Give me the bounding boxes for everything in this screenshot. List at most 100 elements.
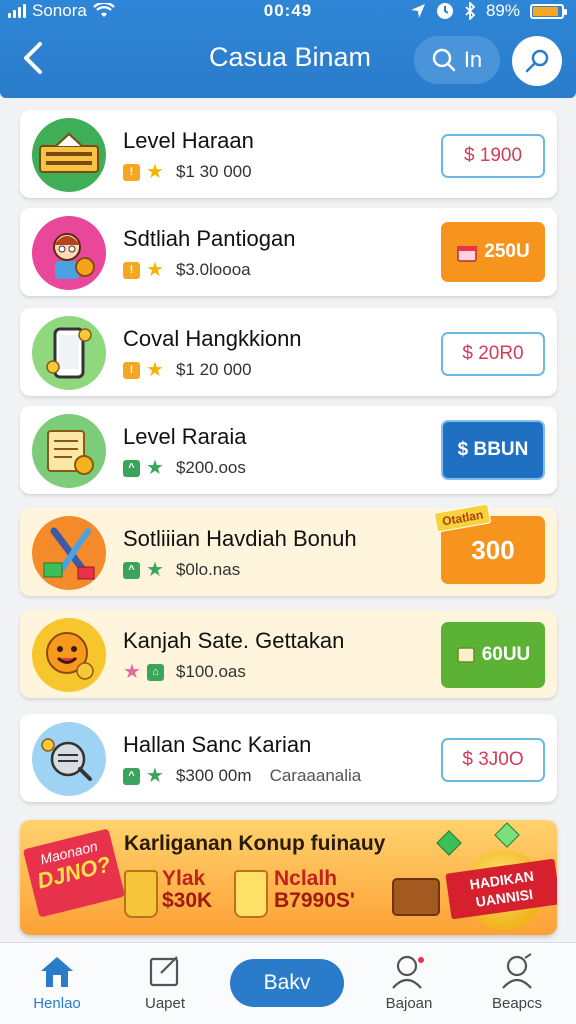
star-icon: ★ [146,358,164,381]
price-button[interactable]: $ BBUN [441,420,545,480]
nav-label: Beapcs [491,995,543,1012]
item-name: Kanjah Sate. Gettakan [123,628,345,653]
cup-icon [234,870,268,918]
level-tag-icon: ! [123,261,140,279]
price-button-badge: Otatlan [433,503,492,533]
bluetooth-icon [465,2,476,20]
profile-icon [502,953,532,989]
chevron-left-icon [24,42,42,74]
banner-title: Karliganan Konup fuinauy [124,832,386,855]
gift-banner-icon [32,118,106,192]
price-button[interactable]: $ 20R0 [441,332,545,376]
nav-label: Henlao [33,995,81,1012]
star-icon: ★ [146,558,164,581]
treasure-chest-icon [392,878,440,916]
status-bar: Sonora 00:49 89% [0,0,576,22]
search-label: In [463,47,483,72]
level-tag-icon: ^ [123,459,140,477]
wrench-gift-icon [32,516,106,590]
level-tag-icon: ^ [123,561,140,579]
search-icon [432,48,456,72]
search-button[interactable]: In [414,36,500,84]
gem-icon [494,822,520,848]
list-item[interactable]: Level Haraan ! ★ $1 30 000 $ 1900 [20,110,557,198]
nav-edit[interactable]: Uapet [110,951,220,1012]
page-title: Casua Binam [208,42,372,72]
edit-icon [149,956,179,987]
item-extra: Caraaanalia [269,766,362,785]
nav-center-button[interactable]: Bakv [230,959,344,1007]
level-tag-icon: ! [123,163,140,181]
list-item[interactable]: Hallan Sanc Karian ^ ★ $300 00m Caraaana… [20,714,557,802]
gift-icon [457,246,478,262]
item-price: $1 30 000 [175,162,252,181]
star-icon: ★ [146,258,164,281]
nav-profile[interactable]: Beapcs [462,951,572,1012]
back-button[interactable] [18,38,54,82]
item-name: Sdtliah Pantiogan [123,226,296,251]
item-price: $0lo.nas [175,560,241,579]
alarm-icon [436,3,453,19]
price-button-label: 250U [484,241,530,262]
star-icon: ★ [146,160,164,183]
drink-icon [124,870,158,918]
price-button[interactable]: 250U [441,222,545,282]
price-button-label: 60UU [481,644,531,665]
list-item[interactable]: Kanjah Sate. Gettakan ★ ⌂ $100.oas 60UU [20,610,557,698]
star-icon: ★ [146,764,164,787]
item-price: $200.oos [175,458,246,477]
item-name: Level Haraan [123,128,254,153]
bonus-ribbon: Maonaon DJNO? [22,828,126,918]
girl-avatar-icon [32,216,106,290]
level-tag-icon: ! [123,361,140,379]
price-button[interactable]: $ 1900 [441,134,545,178]
item-name: Hallan Sanc Karian [123,732,312,757]
list-item[interactable]: Coval Hangkkionn ! ★ $1 20 000 $ 20R0 [20,308,557,396]
nav-label: Bajoan [385,995,433,1012]
robot-icon [32,722,106,796]
battery-level [533,6,558,16]
user-search-icon [392,955,424,989]
offer-1-line-1: Ylak [162,867,206,890]
offer-2-line-1: Nclalh [274,867,338,890]
nav-label: Uapet [144,995,186,1012]
star-icon: ★ [146,456,164,479]
list-item[interactable]: Level Raraia ^ ★ $200.oos $ BBUN [20,406,557,494]
item-price: $1 20 000 [175,360,252,379]
gem-icon [436,830,462,856]
banner-offer-1: Ylak $30K [162,868,212,912]
ticket-icon [456,647,475,663]
profile-button[interactable] [512,36,562,86]
battery-icon [530,3,567,19]
bottom-nav: Henlao Uapet Bakv Bajoan Beapcs [0,942,576,1024]
promo-badge: HADIKAN UANNISI [445,858,557,920]
item-name: Sotliiian Havdiah Bonuh [123,526,357,551]
list-item[interactable]: Sotliiian Havdiah Bonuh ^ ★ $0lo.nas Ota… [20,503,557,596]
list-item[interactable]: Sdtliah Pantiogan ! ★ $3.0loooa 250U [20,208,557,296]
level-tag-icon: ^ [123,767,140,785]
banner-offer-2: Nclalh B7990S' [274,868,355,912]
item-price: $300 00m [175,766,252,785]
phone-icon [32,316,106,390]
offer-1-line-2: $30K [162,889,213,912]
scroll-icon [32,414,106,488]
home-icon [41,957,73,987]
price-button[interactable]: $ 3J0O [441,738,545,782]
item-price: $3.0loooa [175,260,251,279]
home-tag-icon: ⌂ [146,663,164,681]
item-price: $100.oas [175,662,246,681]
price-button[interactable]: 60UU [441,622,545,688]
price-button-label: 300 [471,534,515,565]
item-name: Level Raraia [123,424,247,449]
nav-home[interactable]: Henlao [2,951,112,1012]
promo-banner[interactable]: Maonaon DJNO? Karliganan Konup fuinauy Y… [20,820,557,935]
smiley-icon [32,618,106,692]
nav-search-user[interactable]: Bajoan [354,951,464,1012]
location-icon [410,4,425,18]
key-search-icon [525,49,549,73]
star-icon: ★ [123,660,141,683]
battery-percent: 89% [485,1,520,20]
offer-2-line-2: B7990S' [274,889,355,912]
app-header: Sonora 00:49 89% Casua Binam In [0,0,576,98]
price-button[interactable]: Otatlan 300 [433,503,545,584]
